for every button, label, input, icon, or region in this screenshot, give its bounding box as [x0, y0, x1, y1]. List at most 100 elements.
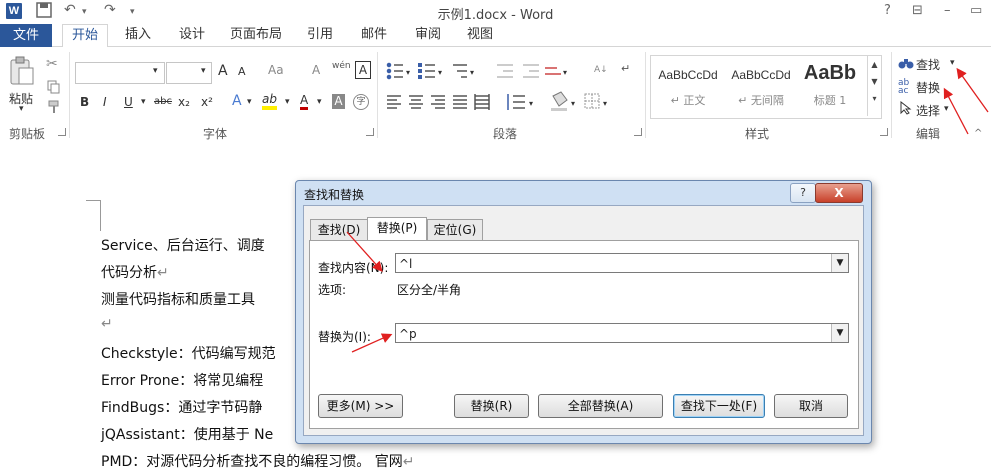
more-button[interactable]: 更多(M) >> [318, 394, 403, 418]
tab-page-layout[interactable]: 页面布局 [224, 24, 288, 46]
font-color-icon[interactable]: A [300, 93, 309, 110]
decrease-indent-icon [497, 64, 513, 78]
style-heading-1[interactable]: AaBb 标题 1 [798, 58, 862, 114]
restore-button[interactable]: ▭ [970, 3, 982, 18]
document-title: 示例1.docx - Word [437, 8, 554, 23]
styles-scroll-up-icon[interactable]: ▲ [868, 60, 881, 69]
replace-with-dropdown-icon[interactable]: ▼ [831, 324, 848, 342]
replace-with-input[interactable]: ^p ▼ [395, 323, 849, 343]
editing-group-label: 编辑 [915, 127, 940, 141]
dialog-close-button[interactable]: X [815, 183, 863, 203]
tab-view[interactable]: 视图 [458, 24, 502, 46]
shrink-font-icon[interactable]: A [238, 65, 246, 78]
tab-design[interactable]: 设计 [170, 24, 214, 46]
styles-scroll-down-icon[interactable]: ▼ [868, 77, 881, 86]
select-dropdown-icon[interactable]: ▾ [944, 104, 949, 114]
text-effects-icon[interactable]: A [232, 93, 242, 109]
underline-button[interactable]: U [124, 95, 133, 109]
styles-more-icon[interactable]: ▾ [868, 94, 881, 103]
help-button[interactable]: ? [884, 3, 891, 18]
tab-home[interactable]: 开始 [62, 24, 108, 48]
cut-icon[interactable]: ✂ [46, 56, 58, 72]
tab-review[interactable]: 审阅 [406, 24, 450, 46]
replace-button[interactable]: 替换 [916, 79, 940, 96]
character-border-icon[interactable]: A [355, 61, 371, 79]
select-button[interactable]: 选择 [916, 102, 940, 119]
replace-with-value: ^p [399, 327, 417, 341]
tab-references[interactable]: 引用 [298, 24, 342, 46]
distributed-icon [474, 94, 490, 110]
line-spacing-icon [507, 94, 525, 110]
doc-line-4-empty: ↵ [101, 316, 113, 332]
phonetic-guide-icon[interactable]: wén [332, 61, 351, 71]
font-name-dropdown-icon[interactable]: ▾ [153, 66, 158, 76]
show-marks-icon: ↵ [621, 62, 630, 75]
tab-file[interactable]: 文件 [0, 24, 52, 47]
tab-goto[interactable]: 定位(G) [427, 219, 483, 241]
find-what-input[interactable]: ^l ▼ [395, 253, 849, 273]
style-normal[interactable]: AaBbCcDd ↵ 正文 [652, 58, 724, 114]
underline-dropdown-icon[interactable]: ▾ [141, 97, 146, 107]
doc-line-5: Checkstyle：代码编写规范 [101, 346, 276, 362]
clear-formatting-icon[interactable]: A [312, 63, 320, 77]
strikethrough-button[interactable]: abc [154, 96, 172, 107]
find-button[interactable]: 查找 [916, 56, 940, 73]
paragraph-launcher-icon[interactable] [634, 128, 642, 136]
highlight-dropdown-icon[interactable]: ▾ [285, 97, 290, 107]
group-divider [645, 52, 646, 138]
styles-scroll[interactable]: ▲ ▼ ▾ [867, 56, 881, 116]
doc-line-8: jQAssistant：使用基于 Ne [101, 427, 274, 443]
style-heading-1-sample: AaBb [803, 62, 857, 84]
find-next-button[interactable]: 查找下一处(F) [673, 394, 765, 418]
bold-button[interactable]: B [80, 95, 89, 109]
clipboard-launcher-icon[interactable] [58, 128, 66, 136]
binoculars-icon[interactable] [898, 56, 914, 73]
style-no-spacing[interactable]: AaBbCcDd ↵ 无间隔 [725, 58, 797, 114]
font-name-combobox[interactable] [75, 62, 165, 84]
italic-button[interactable]: I [103, 95, 107, 109]
dialog-help-button[interactable]: ? [790, 183, 816, 203]
doc-line-2: 代码分析↵ [101, 265, 169, 281]
superscript-button[interactable]: x² [201, 95, 213, 109]
replace-all-button[interactable]: 全部替换(A) [538, 394, 663, 418]
minimize-button[interactable]: – [944, 3, 951, 18]
sort-icon: A↓ [594, 65, 608, 75]
grow-font-icon[interactable]: A [218, 63, 228, 79]
collapse-ribbon-icon[interactable]: ^ [974, 128, 982, 139]
tab-find[interactable]: 查找(D) [310, 219, 368, 241]
find-dropdown-icon[interactable]: ▾ [950, 58, 955, 68]
svg-text:▾: ▾ [470, 68, 474, 77]
ribbon-display-options-button[interactable]: ⊟ [912, 3, 923, 18]
enclose-characters-icon[interactable]: 字 [353, 94, 369, 110]
chinese-layout-icon [545, 67, 561, 75]
replace-button-dialog[interactable]: 替换(R) [454, 394, 529, 418]
justify-icon [453, 95, 467, 109]
select-cursor-icon[interactable] [900, 100, 912, 118]
cancel-button[interactable]: 取消 [774, 394, 848, 418]
style-normal-sample: AaBbCcDd [658, 68, 718, 82]
replace-icon[interactable]: ab ac [898, 79, 909, 96]
style-heading-1-name: 标题 1 [813, 94, 847, 107]
font-color-dropdown-icon[interactable]: ▾ [317, 97, 322, 107]
highlight-icon[interactable]: ab [262, 92, 277, 110]
paste-dropdown-icon[interactable]: ▾ [19, 104, 24, 114]
change-case-icon[interactable]: Aa [268, 63, 284, 77]
doc-line-9: PMD：对源代码分析查找不良的编程习惯。 官网↵ [101, 454, 415, 470]
find-what-label: 查找内容(N): [318, 261, 389, 275]
multilevel-list-icon [453, 64, 467, 78]
tab-mailings[interactable]: 邮件 [352, 24, 396, 46]
align-left-icon [387, 95, 401, 109]
font-launcher-icon[interactable] [366, 128, 374, 136]
copy-icon[interactable] [47, 80, 61, 97]
font-size-dropdown-icon[interactable]: ▾ [201, 66, 206, 76]
paste-icon[interactable] [9, 56, 35, 89]
tab-replace[interactable]: 替换(P) [367, 217, 427, 242]
tab-insert[interactable]: 插入 [116, 24, 160, 46]
find-what-dropdown-icon[interactable]: ▼ [831, 254, 848, 272]
character-shading-icon[interactable]: A [332, 94, 345, 109]
styles-group-label: 样式 [744, 127, 769, 141]
text-effects-dropdown-icon[interactable]: ▾ [247, 97, 252, 107]
styles-launcher-icon[interactable] [880, 128, 888, 136]
subscript-button[interactable]: x₂ [178, 95, 190, 109]
format-painter-icon[interactable] [47, 100, 61, 117]
